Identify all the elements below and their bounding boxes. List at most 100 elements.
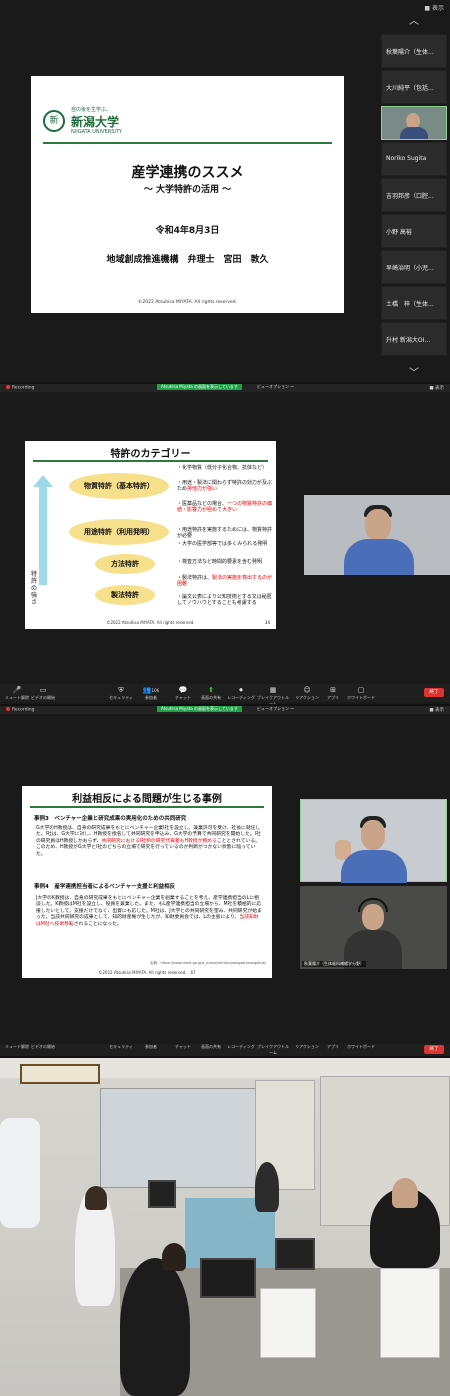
slide-date: 令和4年8月3日 xyxy=(155,226,220,236)
poster xyxy=(380,1268,440,1358)
participant-tile[interactable]: 小野 高裕 xyxy=(381,214,447,248)
share-screen-button[interactable]: ⬆画面の共有 xyxy=(194,1044,228,1050)
participant-video[interactable]: 秋葉陽介（生体歯科補綴学分野） xyxy=(300,886,447,969)
participant-tile[interactable]: Noriko Sugita xyxy=(381,142,447,176)
participants-button[interactable]: 👥106 参加者 xyxy=(134,686,168,701)
share-screen-button[interactable]: ⬆画面の共有 xyxy=(194,686,228,701)
record-icon: ⏺ xyxy=(239,686,243,694)
participant-tile[interactable]: 秋葉陽介（生体... xyxy=(381,34,447,68)
video-button[interactable]: ▭ビデオの開始 xyxy=(26,686,60,701)
slide-copyright: ©2022 Atsuhisa MIYATA. All rights reserv… xyxy=(137,300,238,305)
slide-subtitle: ～ 大学特許の活用 ～ xyxy=(143,185,232,195)
breakout-button[interactable]: ▦ブレイクアウトルーム xyxy=(256,686,290,704)
participants-button[interactable]: 👥参加者 xyxy=(134,1044,168,1050)
zoom-panel-patent-categories: Recording Atsuhisa Miyata の画面を表示しています ビュ… xyxy=(0,384,450,704)
recording-indicator: Recording xyxy=(6,707,35,713)
laptop xyxy=(200,1258,256,1298)
participant-name-caption: 秋葉陽介（生体歯科補綴学分野） xyxy=(302,961,366,967)
bullet: ・検査方法など時間的要素を含む発明 xyxy=(177,559,263,565)
shoulders xyxy=(400,127,428,139)
end-meeting-button[interactable]: 終了 xyxy=(424,1045,444,1054)
participant-tile[interactable]: 吉羽邦彦（口腔... xyxy=(381,178,447,212)
face xyxy=(361,820,385,850)
face xyxy=(362,904,384,930)
view-toggle[interactable]: ■ 表示 xyxy=(429,707,444,713)
category-oval: 物質特許（基本特許） xyxy=(69,473,169,499)
shoulders xyxy=(344,539,414,575)
strength-arrow xyxy=(33,475,53,585)
bullet: ・用途・製法に関わらず特許の効力が及ぶため排他力が強い xyxy=(177,480,272,493)
slide-title: 産学連携のススメ xyxy=(131,165,244,181)
shoulders xyxy=(341,850,407,883)
category-oval: 用途特許（利用発明） xyxy=(69,519,169,545)
shared-slide: 利益相反による問題が生じる事例 事例3 ベンチャー企業と研究成果の実用化のための… xyxy=(22,786,272,978)
zoom-panel-title-slide: ■ 表示 新 自の後を生学ぶ。 新潟大学 NIIGATA UNIVERSITY … xyxy=(0,0,450,382)
head xyxy=(392,1178,418,1208)
video-button[interactable]: ▭ビデオの開始 xyxy=(26,1044,60,1050)
end-meeting-button[interactable]: 終了 xyxy=(424,688,444,697)
zoom-panel-conflict-of-interest: Recording Atsuhisa Miyata の画面を表示しています ビュ… xyxy=(0,706,450,1056)
share-banner: Atsuhisa Miyata の画面を表示しています xyxy=(157,706,242,712)
record-button[interactable]: ⏺レコーディング xyxy=(224,686,258,701)
speaker-video[interactable] xyxy=(300,799,447,883)
logo-tagline: 自の後を生学ぶ。 xyxy=(71,107,112,113)
meeting-toolbar: 🎤 ミュート解除 ▭ ビデオの開始 ⛨ セキュリティ 👥106 参加者 💬 チャット ⬆ 画… xyxy=(0,684,450,704)
slide-page-number: 34 xyxy=(264,620,270,625)
monitor xyxy=(148,1180,176,1208)
category-oval: 製法特許 xyxy=(95,585,155,605)
participant-tile[interactable]: 大川純平（包括... xyxy=(381,70,447,104)
case4-text: J大学のK教授は、自身の研究成果をもとにベンチャー企業を創業することを考え、産学… xyxy=(36,896,262,927)
chevron-down-icon[interactable]: ﹀ xyxy=(381,364,447,379)
case4-heading: 事例4 産学連携担当者によるベンチャー支援と利益相反 xyxy=(34,884,176,890)
shared-slide: 新 自の後を生学ぶ。 新潟大学 NIIGATA UNIVERSITY 産学連携の… xyxy=(31,76,344,313)
slide-title: 特許のカテゴリー xyxy=(110,449,191,460)
participant-tile[interactable]: 早崎治明（小児... xyxy=(381,250,447,284)
head xyxy=(162,1243,186,1271)
paper-stack xyxy=(260,1288,316,1358)
speaker-video[interactable] xyxy=(304,495,450,575)
slide-presenter: 地域創成推進機構 弁理士 宮田 敦久 xyxy=(106,255,269,265)
breakout-button[interactable]: ▦ブレイクアウトルーム xyxy=(256,1044,290,1056)
participant-tile[interactable]: 土橋 梓（生体... xyxy=(381,286,447,320)
recording-indicator: Recording xyxy=(6,385,35,391)
meeting-toolbar: 🎤ミュート解除 ▭ビデオの開始 ⛨セキュリティ 👥参加者 💬チャット ⬆画面の共… xyxy=(0,1044,450,1056)
bullet: ・論文公表により公知技術とする又は秘匿してノウハウとすることも考慮する xyxy=(177,594,272,607)
top-bar: Recording Atsuhisa Miyata の画面を表示しています ビュ… xyxy=(0,384,450,392)
case3-heading: 事例3 ベンチャー企業と研究成果の実用化のための共同研究 xyxy=(34,816,187,822)
share-icon: ⬆ xyxy=(208,686,214,694)
lab-coat xyxy=(0,1118,40,1228)
security-button[interactable]: ⛨セキュリティ xyxy=(104,686,138,701)
divider xyxy=(33,460,268,462)
view-options-button[interactable]: ビューオプション ～ xyxy=(257,384,294,390)
person-background xyxy=(255,1162,279,1212)
whiteboard-button[interactable]: ▢ホワイトボード xyxy=(344,686,378,701)
bullet: ・大学の医学部等では多くみられる発明 xyxy=(177,541,268,547)
share-banner: Atsuhisa Miyata の画面を表示しています xyxy=(157,384,242,390)
logo-english: NIIGATA UNIVERSITY xyxy=(71,129,122,135)
view-toggle[interactable]: ■ 表示 xyxy=(429,385,444,391)
security-button[interactable]: ⛨セキュリティ xyxy=(104,1044,138,1050)
emblem-icon: 新 xyxy=(43,110,65,132)
logo-name: 新潟大学 xyxy=(71,115,120,129)
grid-icon: ▦ xyxy=(269,686,277,694)
participant-sidebar: ︿ 秋葉陽介（生体... 大川純平（包括... Noriko Sugita 吉羽… xyxy=(381,12,447,382)
participant-tile[interactable]: 升村 新潟大OI... xyxy=(381,322,447,356)
participant-video-tile[interactable] xyxy=(381,106,447,140)
case3-text: G大学のH教授は、自身の研究成果をもとにベンチャー企業I社を設立し、兼業許可を受… xyxy=(36,826,261,857)
view-options-button[interactable]: ビューオプション ～ xyxy=(257,706,294,712)
shared-slide: 特許のカテゴリー 特許の強さ 物質特許（基本特許） 用途特許（利用発明） 方法特… xyxy=(25,441,276,629)
slide-title: 利益相反による問題が生じる事例 xyxy=(72,794,222,805)
framed-calligraphy xyxy=(20,1064,100,1084)
bullet: ・医薬品などの場合、一つの物質特許の価値・影響力が極めて大きい xyxy=(177,501,273,514)
category-oval: 方法特許 xyxy=(95,554,155,574)
university-logo: 新 自の後を生学ぶ。 新潟大学 NIIGATA UNIVERSITY xyxy=(43,106,147,138)
chevron-up-icon[interactable]: ︿ xyxy=(381,12,447,27)
face xyxy=(365,509,391,541)
whiteboard-button[interactable]: ▢ホワイトボード xyxy=(344,1044,378,1050)
view-toggle[interactable]: ■ 表示 xyxy=(424,3,444,12)
bullet: ・製法特許は、製法の実施を検出するのが困難 xyxy=(177,575,273,588)
shield-icon: ⛨ xyxy=(118,686,124,694)
whiteboard-icon: ▢ xyxy=(357,686,365,694)
record-button[interactable]: ⏺レコーディング xyxy=(224,1044,258,1050)
office-photo xyxy=(0,1058,450,1396)
